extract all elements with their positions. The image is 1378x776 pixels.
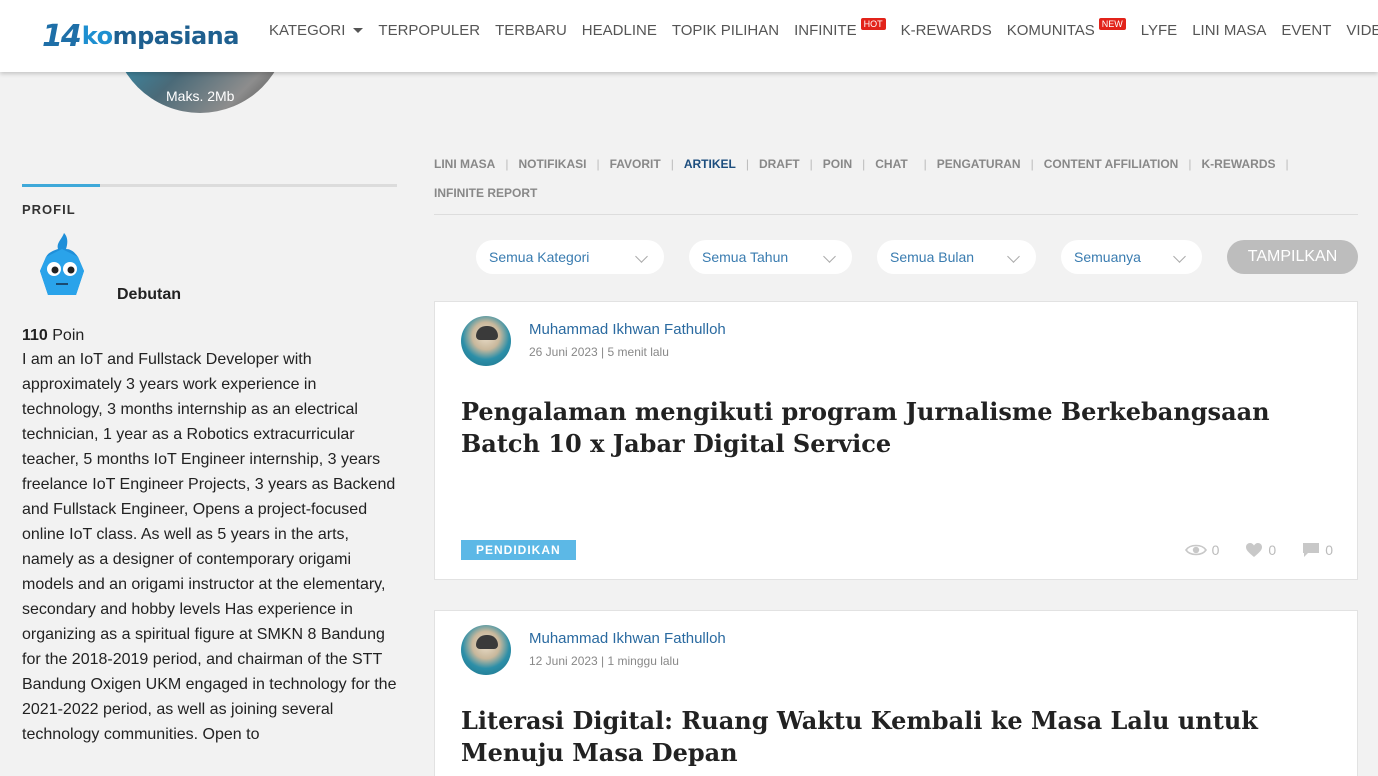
article-title[interactable]: Literasi Digital: Ruang Waktu Kembali ke… bbox=[461, 705, 1341, 769]
tab-draft[interactable]: DRAFT bbox=[759, 150, 800, 179]
comment-icon bbox=[1303, 543, 1320, 557]
nav-headline[interactable]: HEADLINE bbox=[582, 22, 657, 39]
article-stats: 0 0 0 bbox=[1159, 542, 1333, 558]
tab-separator: | bbox=[745, 157, 749, 171]
logo-mark: 14 bbox=[42, 18, 82, 54]
comments-count: 0 bbox=[1325, 542, 1333, 558]
nav-k-rewards[interactable]: K-REWARDS bbox=[901, 22, 992, 39]
nav-kategori[interactable]: KATEGORI bbox=[269, 22, 364, 39]
rank-debutan-icon bbox=[40, 233, 84, 295]
tab-separator: | bbox=[923, 157, 927, 171]
tab-content-affiliation[interactable]: CONTENT AFFILIATION bbox=[1044, 150, 1179, 179]
nav-terpopuler[interactable]: TERPOPULER bbox=[378, 22, 480, 39]
profile-divider bbox=[22, 184, 397, 187]
likes-count: 0 bbox=[1268, 542, 1277, 558]
chevron-down-icon bbox=[1007, 250, 1020, 263]
heart-icon bbox=[1246, 543, 1263, 557]
max-size-label: Maks. 2Mb bbox=[166, 88, 235, 104]
nav-terbaru[interactable]: TERBARU bbox=[495, 22, 567, 39]
show-button[interactable]: TAMPILKAN bbox=[1227, 240, 1358, 274]
nav-video[interactable]: VIDEO bbox=[1346, 22, 1378, 39]
type-select[interactable]: Semuanya bbox=[1061, 240, 1202, 274]
logo-wordmark: kompasiana bbox=[81, 22, 240, 50]
tab-separator: | bbox=[505, 157, 509, 171]
views-stat: 0 bbox=[1184, 542, 1220, 558]
profile-tabs: LINI MASA | NOTIFIKASI | FAVORIT | ARTIKEL | DRA… bbox=[434, 150, 1358, 215]
tab-pengaturan[interactable]: PENGATURAN bbox=[937, 150, 1021, 179]
comments-stat[interactable]: 0 bbox=[1302, 542, 1333, 558]
author-name[interactable]: Muhammad Ikhwan Fathulloh bbox=[529, 321, 726, 338]
chevron-down-icon bbox=[1173, 250, 1186, 263]
main-nav: KATEGORI TERPOPULER TERBARU HEADLINE TOPIK P… bbox=[269, 0, 1378, 60]
kompasiana-logo[interactable]: 14 kompasiana bbox=[42, 18, 239, 54]
nav-infinite[interactable]: INFINITE HOT bbox=[794, 17, 886, 39]
nav-topik-pilihan[interactable]: TOPIK PILIHAN bbox=[672, 22, 779, 39]
profile-heading: PROFIL bbox=[22, 202, 76, 217]
tab-notifikasi[interactable]: NOTIFIKASI bbox=[518, 150, 586, 179]
tab-infinite-report[interactable]: INFINITE REPORT bbox=[434, 179, 537, 208]
tab-lini-masa[interactable]: LINI MASA bbox=[434, 150, 495, 179]
article-title[interactable]: Pengalaman mengikuti program Jurnalisme … bbox=[461, 396, 1341, 460]
rank-row: Debutan bbox=[22, 231, 397, 321]
profile-panel: PROFIL Debutan 110 Poin I am an IoT and … bbox=[22, 184, 397, 747]
article-card[interactable]: Muhammad Ikhwan Fathulloh 12 Juni 2023 |… bbox=[434, 610, 1358, 776]
site-header: 14 kompasiana KATEGORI TERPOPULER TERBARU H… bbox=[0, 0, 1378, 72]
month-select[interactable]: Semua Bulan bbox=[877, 240, 1036, 274]
tab-artikel[interactable]: ARTIKEL bbox=[684, 150, 736, 179]
nav-badge: HOT bbox=[860, 17, 886, 30]
main-content: LINI MASA | NOTIFIKASI | FAVORIT | ARTIKEL | DRA… bbox=[434, 150, 1358, 776]
category-select[interactable]: Semua Kategori bbox=[476, 240, 664, 274]
profile-bio: I am an IoT and Fullstack Developer with… bbox=[22, 351, 397, 743]
year-select[interactable]: Semua Tahun bbox=[689, 240, 852, 274]
points: 110 Poin bbox=[22, 327, 85, 344]
nav-komunitas[interactable]: KOMUNITAS NEW bbox=[1007, 17, 1126, 39]
tab-separator: | bbox=[670, 157, 674, 171]
tab-poin[interactable]: POIN bbox=[823, 150, 852, 179]
tab-favorit[interactable]: FAVORIT bbox=[610, 150, 661, 179]
article-filters: Semua Kategori Semua Tahun Semua Bulan S… bbox=[434, 240, 1358, 274]
tab-chat[interactable]: CHAT bbox=[875, 150, 907, 179]
nav-lyfe[interactable]: LYFE bbox=[1141, 22, 1177, 39]
category-badge[interactable]: PENDIDIKAN bbox=[461, 540, 576, 560]
eye-icon bbox=[1184, 544, 1207, 556]
caret-down-icon bbox=[353, 28, 364, 34]
nav-event[interactable]: EVENT bbox=[1281, 22, 1331, 39]
views-count: 0 bbox=[1211, 542, 1220, 558]
chevron-down-icon bbox=[635, 250, 648, 263]
tab-separator: | bbox=[809, 157, 813, 171]
author-name[interactable]: Muhammad Ikhwan Fathulloh bbox=[529, 630, 726, 647]
author-avatar[interactable] bbox=[461, 316, 511, 366]
author-avatar[interactable] bbox=[461, 625, 511, 675]
tab-separator: | bbox=[862, 157, 866, 171]
nav-lini-masa[interactable]: LINI MASA bbox=[1192, 22, 1266, 39]
likes-stat[interactable]: 0 bbox=[1245, 542, 1276, 558]
tab-separator: | bbox=[1188, 157, 1192, 171]
article-card[interactable]: Muhammad Ikhwan Fathulloh 26 Juni 2023 |… bbox=[434, 301, 1358, 580]
article-date: 26 Juni 2023 | 5 menit lalu bbox=[529, 345, 669, 359]
chevron-down-icon bbox=[823, 250, 836, 263]
tab-separator: | bbox=[1030, 157, 1034, 171]
article-date: 12 Juni 2023 | 1 minggu lalu bbox=[529, 654, 679, 668]
tab-separator: | bbox=[1285, 157, 1289, 171]
tab-separator: | bbox=[596, 157, 600, 171]
tab-k-rewards[interactable]: K-REWARDS bbox=[1201, 150, 1275, 179]
rank-name: Debutan bbox=[117, 286, 181, 303]
nav-badge: NEW bbox=[1098, 17, 1126, 30]
